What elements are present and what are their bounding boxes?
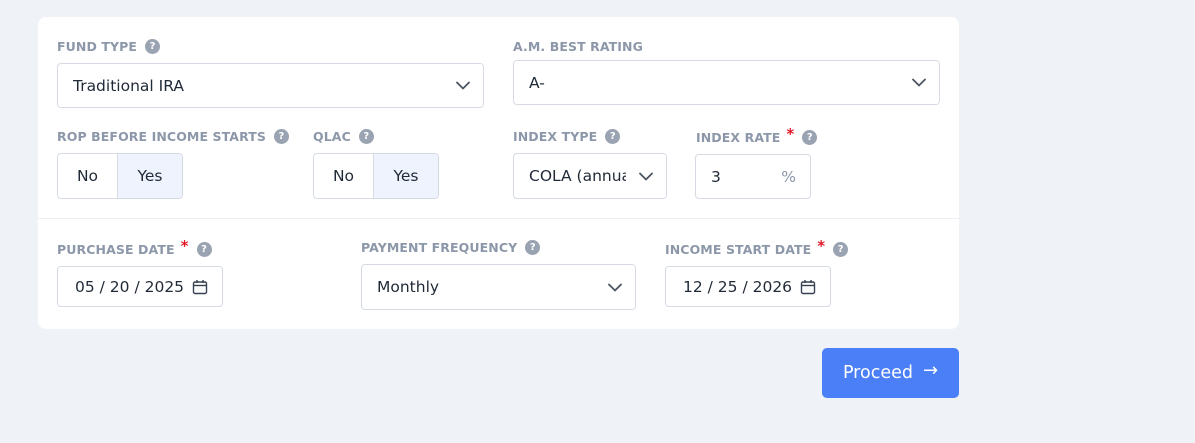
income-start-date-label-text: INCOME START DATE	[665, 242, 812, 257]
qlac-toggle: No Yes	[313, 153, 439, 199]
chevron-down-icon	[443, 64, 483, 107]
fund-type-value: Traditional IRA	[73, 76, 184, 95]
index-rate-help-icon[interactable]: ?	[802, 130, 818, 145]
income-start-date-value: 12 / 25 / 2026	[683, 277, 793, 296]
index-type-label: INDEX TYPE ?	[513, 129, 621, 144]
section-divider	[38, 218, 959, 219]
rop-label-text: ROP BEFORE INCOME STARTS	[57, 129, 266, 144]
calendar-icon[interactable]	[800, 279, 816, 295]
purchase-date-label: PURCHASE DATE * ?	[57, 237, 212, 257]
index-type-label-text: INDEX TYPE	[513, 129, 598, 144]
qlac-label-text: QLAC	[313, 129, 351, 144]
income-start-date-input[interactable]: 12 / 25 / 2026	[665, 266, 831, 307]
income-start-date-help-icon[interactable]: ?	[833, 242, 849, 257]
rop-no-option[interactable]: No	[58, 154, 118, 198]
chevron-down-icon	[595, 265, 635, 309]
purchase-date-value: 05 / 20 / 2025	[75, 277, 185, 296]
rop-label: ROP BEFORE INCOME STARTS ?	[57, 129, 289, 144]
income-start-date-label: INCOME START DATE * ?	[665, 237, 849, 257]
payment-frequency-value: Monthly	[377, 278, 440, 296]
qlac-label: QLAC ?	[313, 129, 374, 144]
required-marker: *	[180, 237, 189, 255]
index-type-value: COLA (annual)	[529, 167, 626, 185]
am-best-rating-value: A-	[529, 73, 545, 92]
annuity-form-card: FUND TYPE ? Traditional IRA A.M. BEST RA…	[38, 17, 959, 329]
arrow-right-icon: →	[922, 360, 939, 381]
proceed-label: Proceed	[842, 363, 913, 383]
qlac-help-icon[interactable]: ?	[358, 129, 374, 144]
payment-frequency-label: PAYMENT FREQUENCY ?	[361, 240, 541, 255]
qlac-no-option[interactable]: No	[314, 154, 374, 198]
index-type-help-icon[interactable]: ?	[605, 129, 621, 144]
payment-frequency-select[interactable]: Monthly	[361, 264, 636, 310]
required-marker: *	[817, 237, 826, 255]
index-type-select[interactable]: COLA (annual)	[513, 153, 667, 199]
index-rate-label: INDEX RATE * ?	[696, 125, 818, 145]
fund-type-select[interactable]: Traditional IRA	[57, 63, 484, 108]
chevron-down-icon	[626, 154, 666, 198]
payment-frequency-help-icon[interactable]: ?	[525, 240, 541, 255]
proceed-button[interactable]: Proceed →	[822, 348, 959, 398]
purchase-date-input[interactable]: 05 / 20 / 2025	[57, 266, 223, 307]
chevron-down-icon	[899, 61, 939, 104]
rop-help-icon[interactable]: ?	[273, 129, 289, 144]
am-best-rating-select[interactable]: A-	[513, 60, 940, 105]
calendar-icon[interactable]	[192, 279, 208, 295]
purchase-date-label-text: PURCHASE DATE	[57, 242, 175, 257]
fund-type-label-text: FUND TYPE	[57, 39, 138, 54]
purchase-date-help-icon[interactable]: ?	[196, 242, 212, 257]
index-rate-value: 3	[711, 167, 721, 186]
fund-type-help-icon[interactable]: ?	[145, 39, 161, 54]
fund-type-label: FUND TYPE ?	[57, 39, 161, 54]
payment-frequency-label-text: PAYMENT FREQUENCY	[361, 240, 518, 255]
percent-suffix: %	[781, 167, 796, 186]
am-best-rating-label: A.M. BEST RATING	[513, 39, 643, 54]
qlac-yes-option[interactable]: Yes	[374, 154, 438, 198]
index-rate-label-text: INDEX RATE	[696, 130, 781, 145]
am-best-rating-label-text: A.M. BEST RATING	[513, 39, 643, 54]
rop-yes-option[interactable]: Yes	[118, 154, 182, 198]
index-rate-input[interactable]: 3 %	[695, 154, 811, 199]
rop-toggle: No Yes	[57, 153, 183, 199]
required-marker: *	[786, 125, 795, 143]
